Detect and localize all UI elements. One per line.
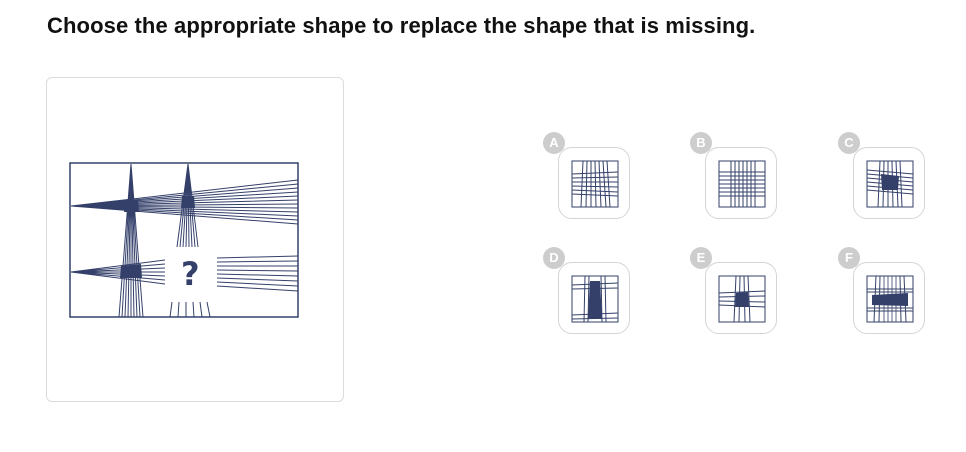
option-f[interactable]: F — [838, 247, 925, 334]
option-c[interactable]: C — [838, 132, 925, 219]
option-d-figure — [571, 275, 619, 323]
option-e-figure — [718, 275, 766, 323]
option-a-figure — [571, 160, 619, 208]
option-label: F — [838, 247, 860, 269]
option-a[interactable]: A — [543, 132, 630, 219]
puzzle-card: ? — [46, 77, 344, 402]
option-f-figure — [866, 275, 914, 323]
option-b[interactable]: B — [690, 132, 777, 219]
option-c-figure — [866, 160, 914, 208]
missing-shape-marker: ? — [181, 255, 200, 293]
question-title: Choose the appropriate shape to replace … — [47, 13, 756, 38]
option-d[interactable]: D — [543, 247, 630, 334]
option-label: C — [838, 132, 860, 154]
option-label: E — [690, 247, 712, 269]
option-label: B — [690, 132, 712, 154]
option-label: A — [543, 132, 565, 154]
option-b-figure — [718, 160, 766, 208]
option-e[interactable]: E — [690, 247, 777, 334]
option-label: D — [543, 247, 565, 269]
puzzle-figure — [69, 162, 299, 318]
